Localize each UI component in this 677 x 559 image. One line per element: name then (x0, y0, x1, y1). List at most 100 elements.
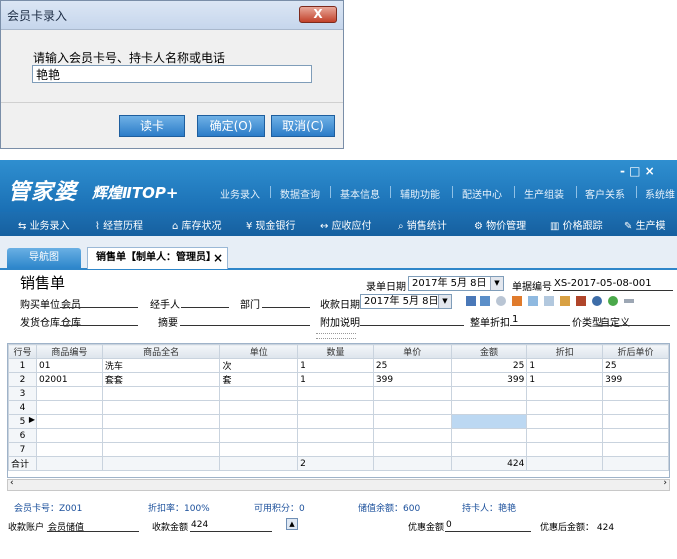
table-cell[interactable] (35, 428, 103, 443)
table-cell[interactable]: 399 (372, 372, 452, 387)
table-cell[interactable] (219, 414, 299, 429)
buyer-field[interactable]: 会员 (61, 296, 81, 311)
table-cell[interactable]: 1 (297, 358, 374, 373)
col-header[interactable]: 折后单价 (602, 344, 669, 359)
table-cell[interactable]: 02001 (35, 372, 103, 387)
record-date-select[interactable]: 2017年 5月 8日 ▼ (408, 276, 504, 291)
table-cell[interactable]: 1 (526, 372, 604, 387)
box-icon[interactable] (512, 296, 522, 306)
table-cell[interactable] (602, 428, 669, 443)
table-row[interactable]: 5 ▶ (8, 414, 669, 429)
table-cell[interactable]: 1 (297, 372, 374, 387)
table-cell[interactable] (297, 414, 374, 429)
table-cell[interactable] (526, 386, 604, 401)
table-cell[interactable] (372, 386, 452, 401)
table-cell[interactable] (602, 400, 669, 415)
table-row[interactable]: 7 (8, 442, 669, 457)
table-row[interactable]: 1 01 洗车次 1 25 25 1 25 (8, 358, 669, 373)
table-cell[interactable] (297, 386, 374, 401)
topnav-crm[interactable]: 客户关系 (585, 186, 625, 201)
minus-icon[interactable] (624, 299, 634, 303)
col-header[interactable]: 折扣 (526, 344, 604, 359)
tb-history[interactable]: ⌇ 经营历程 (95, 217, 143, 232)
table-cell[interactable] (101, 400, 221, 415)
table-cell[interactable] (372, 400, 452, 415)
table-cell[interactable]: 1 (526, 358, 604, 373)
topnav-basic[interactable]: 基本信息 (340, 186, 380, 201)
table-cell[interactable]: 25 (602, 358, 669, 373)
tb-prod[interactable]: ✎ 生产模 (624, 217, 666, 232)
table-cell[interactable] (297, 442, 374, 457)
package-icon[interactable] (560, 296, 570, 306)
tb-price[interactable]: ⚙ 物价管理 (474, 217, 526, 232)
table-cell[interactable] (526, 428, 604, 443)
col-header[interactable]: 单价 (372, 344, 452, 359)
chart-icon[interactable] (466, 296, 476, 306)
table-cell[interactable] (372, 414, 452, 429)
table-cell[interactable] (450, 442, 528, 457)
col-header[interactable]: 单位 (219, 344, 299, 359)
bank-icon[interactable] (480, 296, 490, 306)
table-row[interactable]: 2 02001 套套套 1 399 399 1 399 (8, 372, 669, 387)
tb-stats[interactable]: ⌕ 销售统计 (398, 217, 447, 232)
copy-icon[interactable] (544, 296, 554, 306)
col-header[interactable]: 商品全名 (101, 344, 221, 359)
table-cell[interactable] (450, 428, 528, 443)
handler-field[interactable] (181, 307, 229, 308)
table-cell[interactable]: 洗车 (101, 358, 221, 373)
chevron-up-icon[interactable]: ▲ (286, 518, 298, 530)
note-field[interactable] (360, 325, 464, 326)
splitter-handle[interactable] (316, 333, 356, 339)
topnav-dist[interactable]: 配送中心 (462, 186, 502, 201)
discount-field[interactable]: 1 (512, 314, 518, 325)
col-header[interactable]: 行号 (8, 344, 37, 359)
table-cell[interactable] (297, 428, 374, 443)
col-header[interactable]: 数量 (297, 344, 374, 359)
warehouse-field[interactable]: 仓库 (61, 314, 81, 329)
close-icon[interactable]: X (299, 6, 337, 23)
table-cell[interactable]: 25 (372, 358, 452, 373)
chevron-down-icon[interactable]: ▼ (490, 277, 503, 290)
dept-field[interactable] (262, 307, 310, 308)
table-cell[interactable]: 399 (602, 372, 669, 387)
tb-track[interactable]: ▥ 价格跟踪 (550, 217, 603, 232)
tb-cash[interactable]: ¥ 现金银行 (246, 217, 296, 232)
table-cell[interactable]: 套 (219, 372, 299, 387)
globe-icon[interactable] (496, 296, 506, 306)
chevron-down-icon[interactable]: ▼ (438, 295, 451, 308)
col-header[interactable]: 商品编号 (35, 344, 103, 359)
pay-date-select[interactable]: 2017年 5月 8日 ▼ (360, 294, 452, 309)
table-cell[interactable] (219, 428, 299, 443)
table-cell[interactable] (602, 386, 669, 401)
table-cell[interactable] (526, 442, 604, 457)
pay-amount-field[interactable]: 424 (191, 520, 208, 530)
tb-entry[interactable]: ⇆ 业务录入 (18, 217, 70, 232)
horizontal-scrollbar[interactable]: ‹ › (7, 478, 670, 491)
table-row[interactable]: 4 (8, 400, 669, 415)
table-row[interactable]: 3 (8, 386, 669, 401)
table-cell[interactable] (219, 386, 299, 401)
table-cell[interactable]: 套套 (101, 372, 221, 387)
leaf-icon[interactable] (608, 296, 618, 306)
tb-ar-ap[interactable]: ↔ 应收应付 (320, 217, 372, 232)
read-card-button[interactable]: 读卡 (119, 115, 185, 137)
chevron-left-icon[interactable]: ‹ (10, 478, 14, 488)
discount-amount-field[interactable]: 0 (446, 520, 452, 530)
table-cell[interactable] (602, 414, 669, 429)
table-cell[interactable] (35, 442, 103, 457)
table-cell[interactable] (526, 414, 604, 429)
col-header[interactable]: 金额 (450, 344, 528, 359)
book-icon[interactable] (576, 296, 586, 306)
user-icon[interactable] (592, 296, 602, 306)
topnav-query[interactable]: 数据查询 (280, 186, 320, 201)
table-cell[interactable]: 01 (35, 358, 103, 373)
table-cell[interactable]: 399 (450, 372, 528, 387)
table-cell[interactable] (602, 442, 669, 457)
tb-stock[interactable]: ⌂ 库存状况 (172, 217, 222, 232)
table-cell[interactable] (219, 442, 299, 457)
topnav-prod[interactable]: 生产组装 (524, 186, 564, 201)
topnav-aux[interactable]: 辅助功能 (400, 186, 440, 201)
tab-nav[interactable]: 导航图 (7, 248, 81, 268)
member-search-input[interactable] (32, 65, 312, 83)
table-cell[interactable] (297, 400, 374, 415)
